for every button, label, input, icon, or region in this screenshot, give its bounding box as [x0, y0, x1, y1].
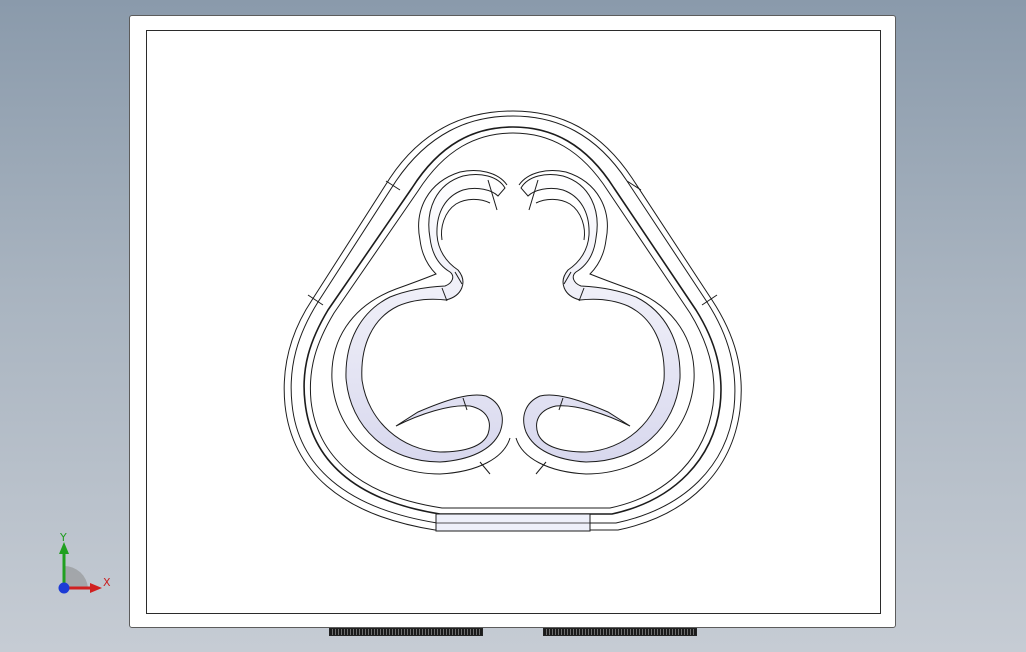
sheet-tab-1[interactable] [329, 628, 483, 636]
sheet-tab-2[interactable] [543, 628, 697, 636]
triad-x-label: X [103, 576, 111, 589]
triad-y-label: Y [60, 531, 67, 544]
coordinate-triad: Y X [52, 530, 116, 596]
sheet-border-frame [146, 30, 881, 614]
drawing-sheet [129, 15, 896, 628]
